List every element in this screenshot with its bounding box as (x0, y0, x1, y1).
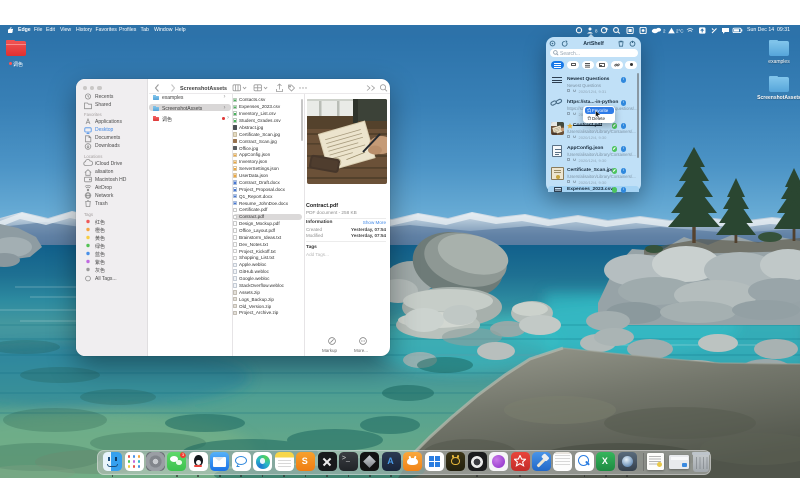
svg-text:2°C: 2°C (676, 28, 684, 33)
svg-text:2: 2 (663, 28, 666, 33)
svg-text:8: 8 (595, 28, 598, 33)
